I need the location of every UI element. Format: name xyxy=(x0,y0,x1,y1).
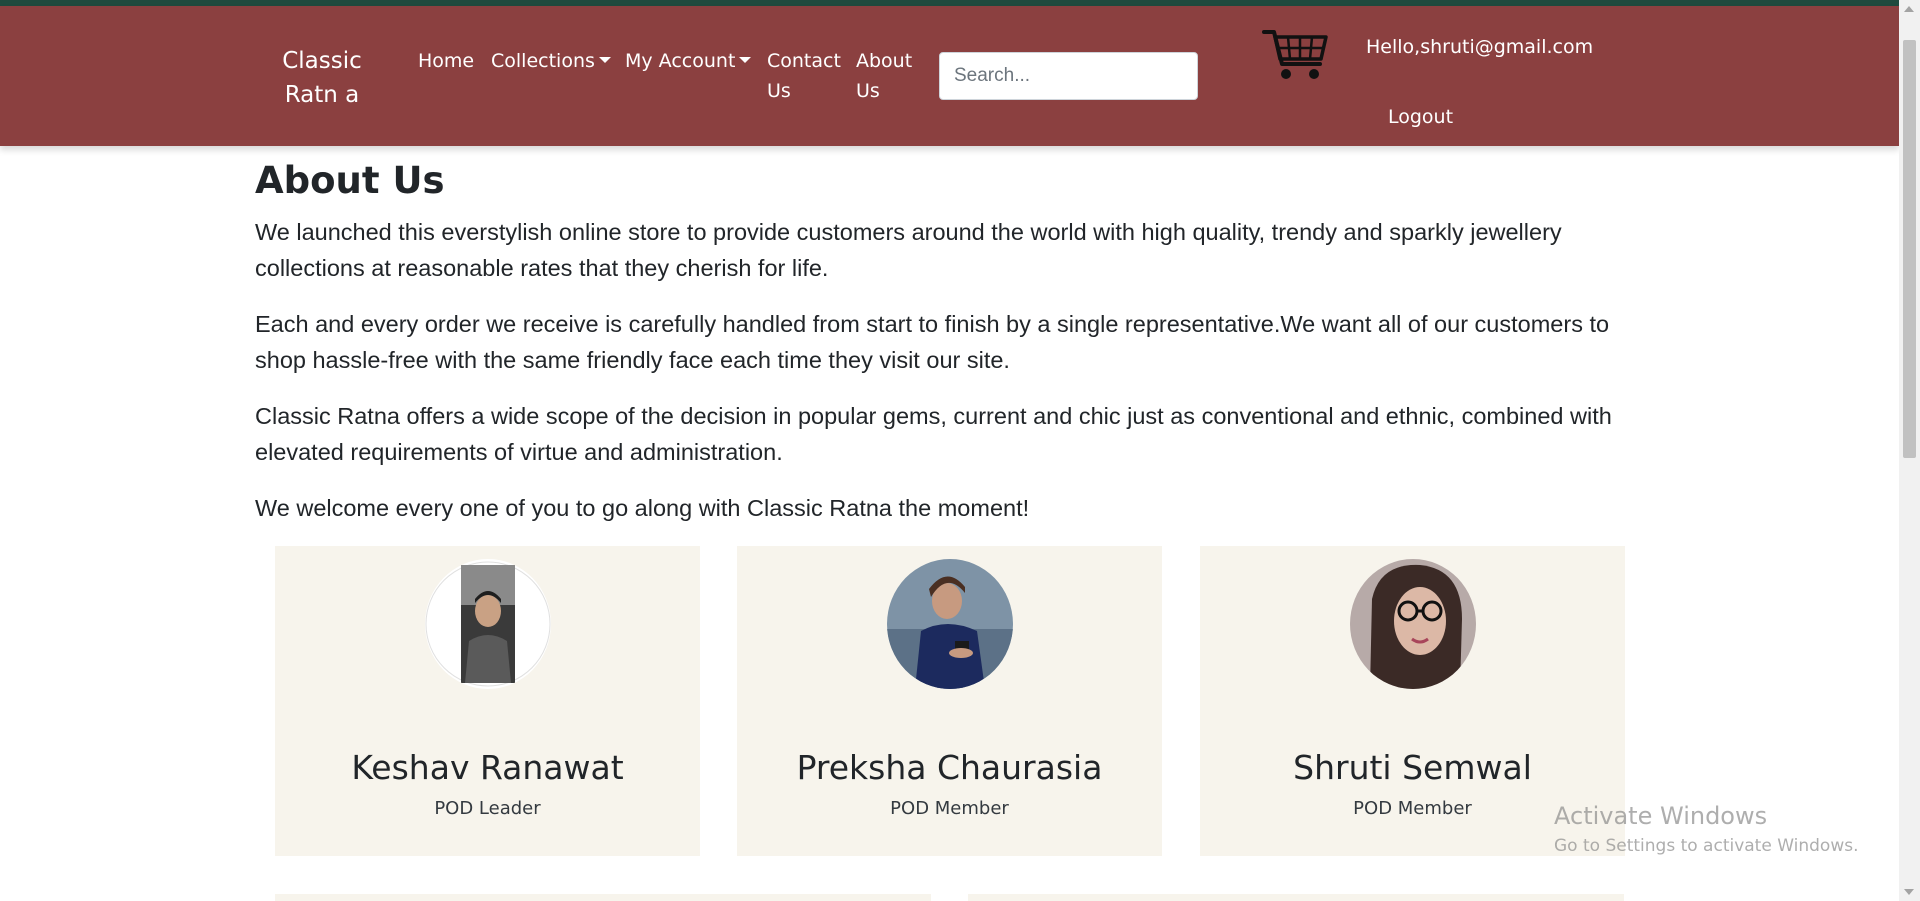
team-card-partial xyxy=(968,894,1624,901)
navbar: Classic Ratn a Home Collections My Accou… xyxy=(0,6,1899,146)
nav-my-account-label: My Account xyxy=(625,50,736,72)
nav-my-account-dropdown[interactable]: My Account xyxy=(625,46,752,76)
team-card: Keshav Ranawat POD Leader xyxy=(275,546,700,856)
nav-home[interactable]: Home xyxy=(418,46,474,76)
page-title: About Us xyxy=(255,159,445,202)
nav-collections-label: Collections xyxy=(491,50,595,72)
team-member-role: POD Leader xyxy=(434,798,541,819)
chevron-down-icon xyxy=(739,57,752,63)
brand-logo[interactable]: Classic Ratn a xyxy=(256,44,388,112)
team-member-name: Shruti Semwal xyxy=(1293,748,1532,787)
scroll-up-arrow-icon[interactable] xyxy=(1904,6,1914,12)
windows-activation-subtitle: Go to Settings to activate Windows. xyxy=(1554,836,1859,856)
nav-contact-us[interactable]: Contact Us xyxy=(767,46,841,106)
about-paragraph-3: Classic Ratna offers a wide scope of the… xyxy=(255,403,1612,465)
avatar xyxy=(425,559,551,689)
search-input[interactable] xyxy=(939,52,1198,100)
avatar xyxy=(887,559,1013,689)
avatar xyxy=(1350,559,1476,689)
nav-collections-dropdown[interactable]: Collections xyxy=(491,46,611,76)
about-paragraph-4: We welcome every one of you to go along … xyxy=(255,495,1030,521)
chevron-down-icon xyxy=(598,57,611,63)
scroll-thumb[interactable] xyxy=(1903,40,1916,458)
about-paragraph-2: Each and every order we receive is caref… xyxy=(255,311,1610,373)
logout-link[interactable]: Logout xyxy=(1388,102,1453,132)
user-greeting: Hello,shruti@gmail.com xyxy=(1366,36,1594,58)
vertical-scrollbar[interactable] xyxy=(1899,0,1920,901)
shopping-cart-icon[interactable] xyxy=(1262,28,1330,84)
team-card-partial xyxy=(275,894,931,901)
team-card: Preksha Chaurasia POD Member xyxy=(737,546,1162,856)
team-member-name: Preksha Chaurasia xyxy=(796,748,1103,787)
windows-activation-title: Activate Windows xyxy=(1554,802,1768,830)
nav-about-us[interactable]: About Us xyxy=(856,46,918,106)
team-member-name: Keshav Ranawat xyxy=(351,748,624,787)
team-member-role: POD Member xyxy=(890,798,1009,819)
scroll-down-arrow-icon[interactable] xyxy=(1904,889,1914,895)
about-paragraph-1: We launched this everstylish online stor… xyxy=(255,219,1562,281)
